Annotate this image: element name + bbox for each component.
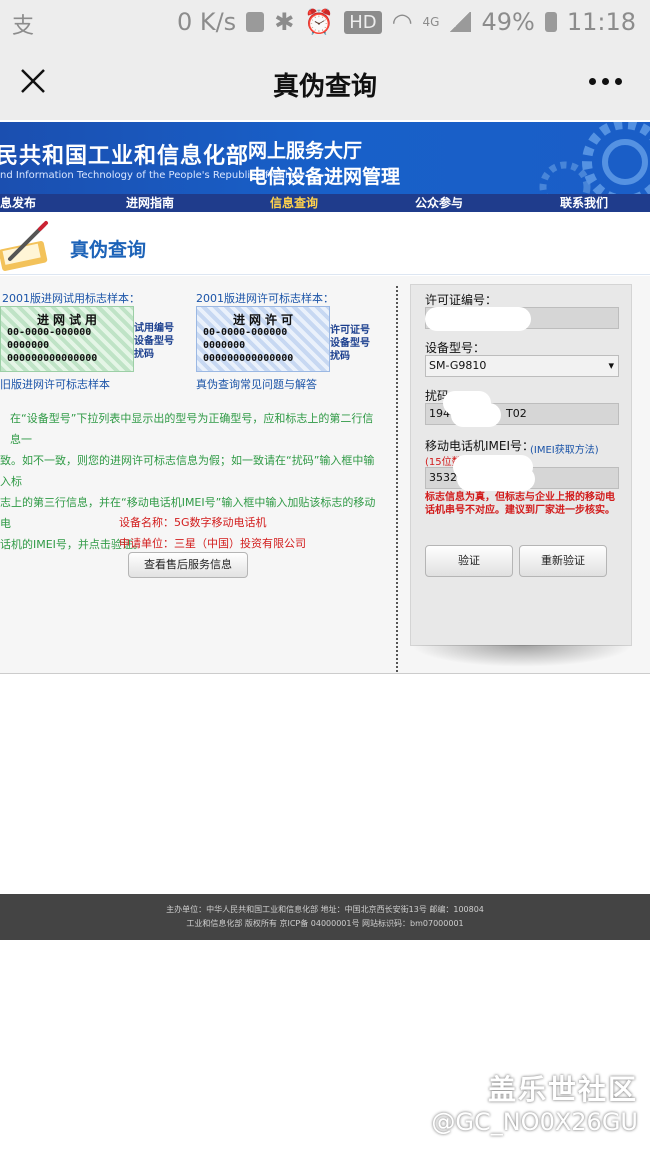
permit-sample-legend: 许可证号 设备型号 扰码 xyxy=(330,325,370,362)
device-name: 设备名称：5G数字移动电话机 xyxy=(119,516,267,529)
sample-head: 进网试用 xyxy=(37,313,102,327)
alarm-icon: ⏰ xyxy=(304,8,335,36)
query-content: 2001版进网试用标志样本： 2001版进网许可标志样本： 进网试用 00-00… xyxy=(0,276,650,674)
query-form-panel: 许可证编号： 设备型号： SM-G9810 扰码： 194 T02 移动电话机I… xyxy=(410,284,633,667)
section-header: 真伪查询 xyxy=(0,213,650,275)
menu-item-public[interactable]: 公众参与 xyxy=(415,194,463,212)
instructions-text: 在“设备型号”下拉列表中显示出的型号为正确型号，应和标志上的第二行信息一 致。如… xyxy=(0,412,376,551)
battery-icon xyxy=(544,12,557,32)
reverify-button[interactable]: 重新验证 xyxy=(519,545,607,577)
panel-shadow xyxy=(411,645,633,667)
verification-result: 标志信息为真，但标志与企业上报的移动电话机串号不对应。建议到厂家进一步核实。 xyxy=(425,492,615,516)
bluetooth-icon: ✱ xyxy=(274,8,295,36)
redaction-mark xyxy=(451,403,501,427)
site-menu: 息发布 进网指南 信息查询 公众参与 联系我们 xyxy=(0,194,650,212)
section-title: 真伪查询 xyxy=(70,239,147,261)
page-title: 真伪查询 xyxy=(272,72,377,102)
wifi-icon: ◠ xyxy=(391,8,413,36)
service-hall-title: 网上服务大厅 xyxy=(248,140,363,162)
trial-sample-label: 2001版进网试用标志样本： xyxy=(2,292,140,305)
signal-icon xyxy=(449,12,472,32)
imei-help-link[interactable]: (IMEI获取方法) xyxy=(530,441,599,456)
trial-sample-image: 进网试用 00-0000-000000 0000000 000000000000… xyxy=(0,306,134,372)
watermark-brand: 盖乐世社区 xyxy=(487,1073,638,1106)
watermark-handle: @GC_NO0X26GU xyxy=(431,1108,638,1136)
footer-line-2: 工业和信息化部 版权所有 京ICP备 04000001号 网站标识码：bm070… xyxy=(186,919,464,928)
site-banner: 民共和国工业和信息化部 nd Information Technology of… xyxy=(0,122,650,194)
screen: 支 0 K/s ✱ ⏰ HD ◠ 4G 49% 11:18 真伪查询 民共和国工… xyxy=(0,0,650,1156)
menu-item-guide[interactable]: 进网指南 xyxy=(126,194,174,212)
menu-item-query[interactable]: 信息查询 xyxy=(270,194,318,212)
status-right: 0 K/s ✱ ⏰ HD ◠ 4G 49% 11:18 xyxy=(177,8,636,36)
after-sales-button[interactable]: 查看售后服务信息 xyxy=(128,552,248,578)
sample-code-2: 0000000 xyxy=(7,340,50,351)
footer-line-1: 主办单位：中华人民共和国工业和信息化部 地址：中国北京西长安街13号 邮编：10… xyxy=(166,905,484,914)
applicant-name: 申请单位：三星（中国）投资有限公司 xyxy=(119,537,306,550)
gears-icon xyxy=(539,122,650,194)
sample-code-3: 000000000000000 xyxy=(7,353,98,364)
site-footer: 主办单位：中华人民共和国工业和信息化部 地址：中国北京西长安街13号 邮编：10… xyxy=(0,894,650,940)
nav-bar: 真伪查询 xyxy=(0,46,650,120)
network-speed: 0 K/s xyxy=(176,8,237,36)
trial-sample-legend: 试用编号 设备型号 扰码 xyxy=(134,323,174,360)
ministry-name: 民共和国工业和信息化部 xyxy=(0,143,250,169)
device-mgmt-title: 电信设备进网管理 xyxy=(248,166,401,188)
battery-level: 49% xyxy=(481,8,535,36)
old-sample-link[interactable]: 旧版进网许可标志样本 xyxy=(0,376,110,392)
nfc-icon xyxy=(246,12,265,32)
clock: 11:18 xyxy=(566,8,636,36)
menu-item-news[interactable]: 息发布 xyxy=(0,194,36,212)
model-select[interactable]: SM-G9810 xyxy=(425,355,619,377)
permit-sample-image: 进网许可 00-0000-000000 0000000 000000000000… xyxy=(196,306,330,372)
faq-link[interactable]: 真伪查询常见问题与解答 xyxy=(196,376,317,392)
permit-sample-label: 2001版进网许可标志样本： xyxy=(196,292,334,305)
sample-head: 进网许可 xyxy=(233,313,298,327)
dotted-divider xyxy=(396,286,398,672)
more-menu-icon[interactable] xyxy=(589,78,622,85)
license-label: 许可证编号： xyxy=(425,293,498,307)
network-type: 4G xyxy=(422,15,440,29)
redaction-mark xyxy=(457,467,535,491)
status-bar: 支 0 K/s ✱ ⏰ HD ◠ 4G 49% 11:18 xyxy=(0,0,650,46)
sample-code-1: 00-0000-000000 xyxy=(7,327,92,338)
hd-badge: HD xyxy=(344,10,382,34)
model-label: 设备型号： xyxy=(425,341,486,355)
sample-code-1: 00-0000-000000 xyxy=(203,327,288,338)
redaction-mark xyxy=(425,307,531,331)
sample-code-2: 0000000 xyxy=(203,340,246,351)
verify-button[interactable]: 验证 xyxy=(425,545,513,577)
sample-code-3: 000000000000000 xyxy=(203,353,294,364)
pen-paper-icon xyxy=(0,221,48,271)
menu-item-contact[interactable]: 联系我们 xyxy=(560,194,608,212)
notification-icon: 支 xyxy=(12,14,35,39)
imei-label: 移动电话机IMEI号： xyxy=(425,439,535,453)
